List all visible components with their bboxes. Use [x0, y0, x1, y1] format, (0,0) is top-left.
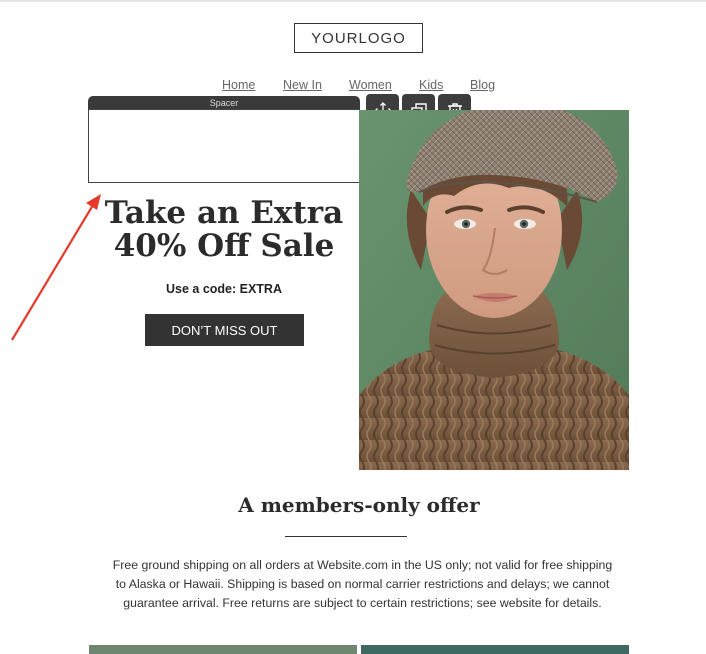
offer-divider — [285, 536, 407, 537]
promo-headline: Take an Extra 40% Off Sale — [88, 197, 360, 263]
promo-code-text: Use a code: EXTRA — [165, 282, 282, 296]
dont-miss-out-button[interactable]: DON’T MISS OUT — [145, 314, 304, 346]
hero-image[interactable] — [359, 110, 629, 470]
offer-title: A members-only offer — [238, 493, 480, 517]
product-image-right[interactable] — [361, 645, 629, 654]
product-image-left[interactable] — [89, 645, 357, 654]
model-portrait-image — [359, 110, 629, 470]
promo-headline-line1: Take an Extra — [104, 195, 344, 231]
offer-body-text: Free ground shipping on all orders at We… — [112, 558, 613, 611]
promo-headline-line2: 40% Off Sale — [113, 228, 335, 264]
